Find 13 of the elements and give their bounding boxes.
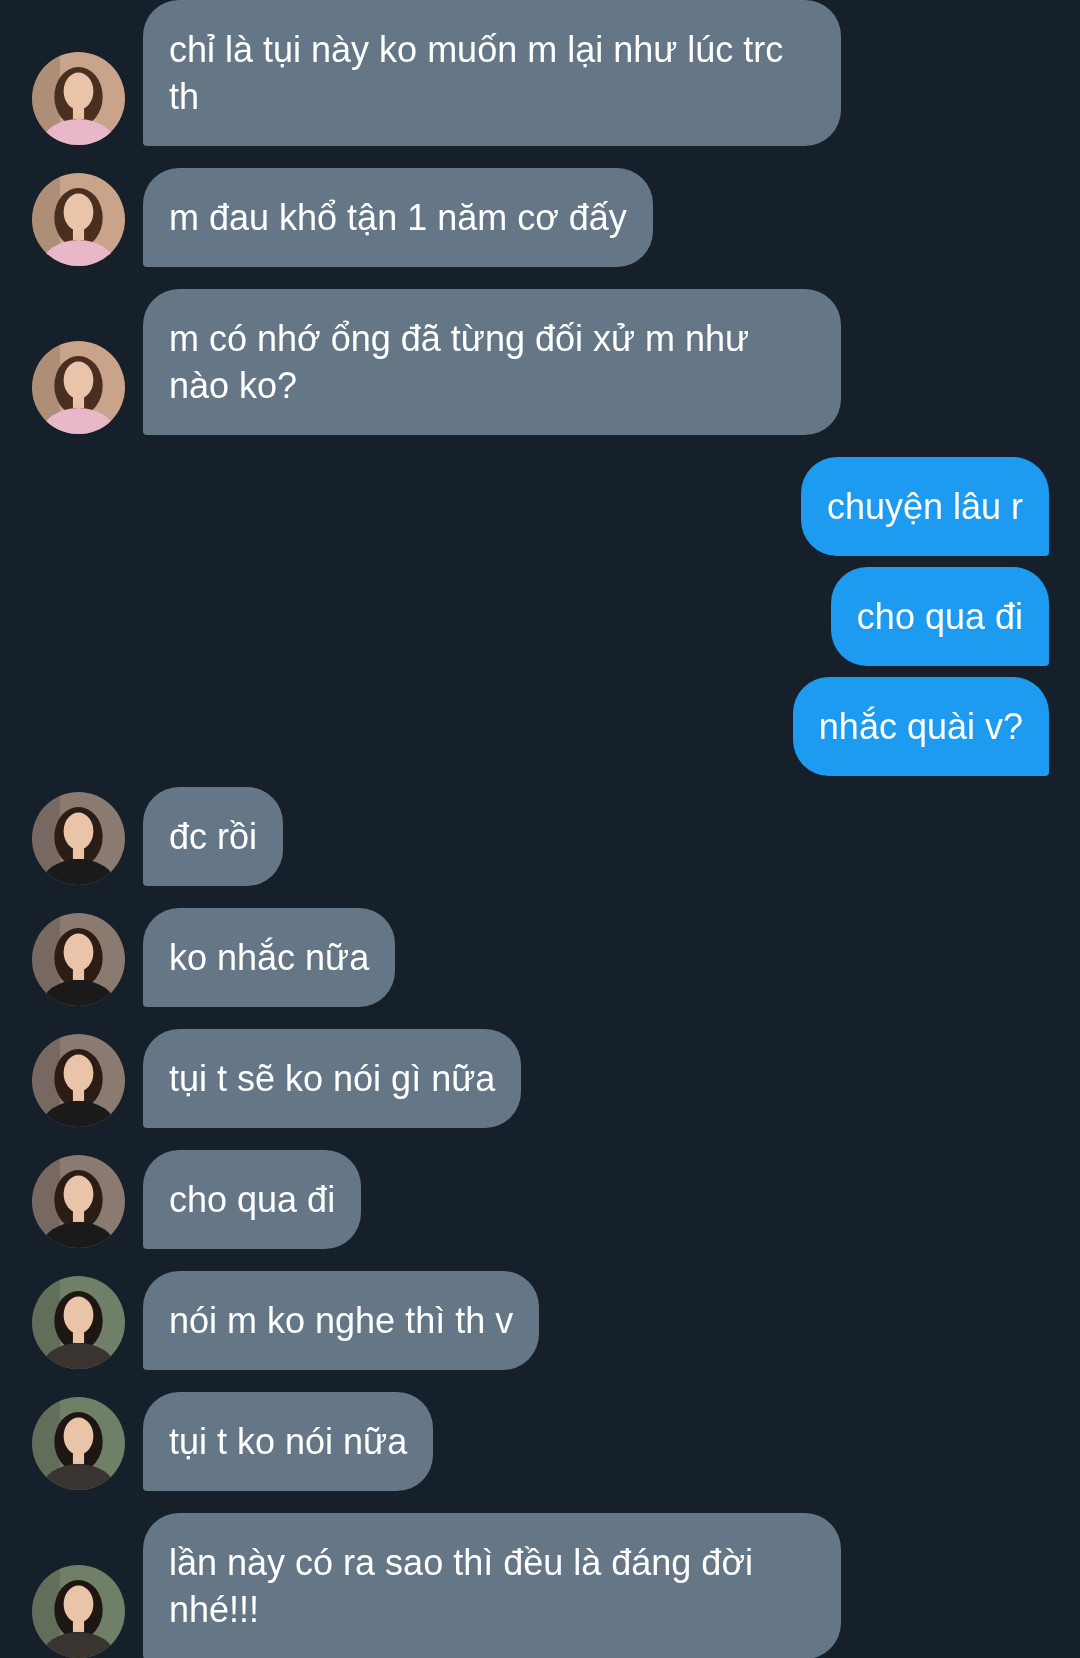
message-bubble: chuyện lâu r — [800, 457, 1049, 556]
message-bubble: cho qua đi — [830, 567, 1049, 666]
message-bubble: đc rồi — [143, 787, 284, 886]
message-bubble: lần này có ra sao thì đều là đáng đời nhé!!! — [143, 1513, 841, 1658]
message-bubble: chỉ là tụi này ko muốn m lại như lúc trc th — [143, 0, 841, 146]
message-bubble: cho qua đi — [143, 1150, 362, 1249]
message-bubble: tụi t ko nói nữa — [143, 1392, 434, 1491]
message-bubble: m có nhớ ổng đã từng đối xử m như nào ko? — [143, 289, 841, 435]
message-bubble: tụi t sẽ ko nói gì nữa — [143, 1029, 522, 1128]
message-bubble: nói m ko nghe thì th v — [143, 1271, 540, 1370]
message-bubble: nhắc quài v? — [792, 677, 1049, 776]
message-bubble: ko nhắc nữa — [143, 908, 396, 1007]
message-bubble: m đau khổ tận 1 năm cơ đấy — [143, 168, 653, 267]
